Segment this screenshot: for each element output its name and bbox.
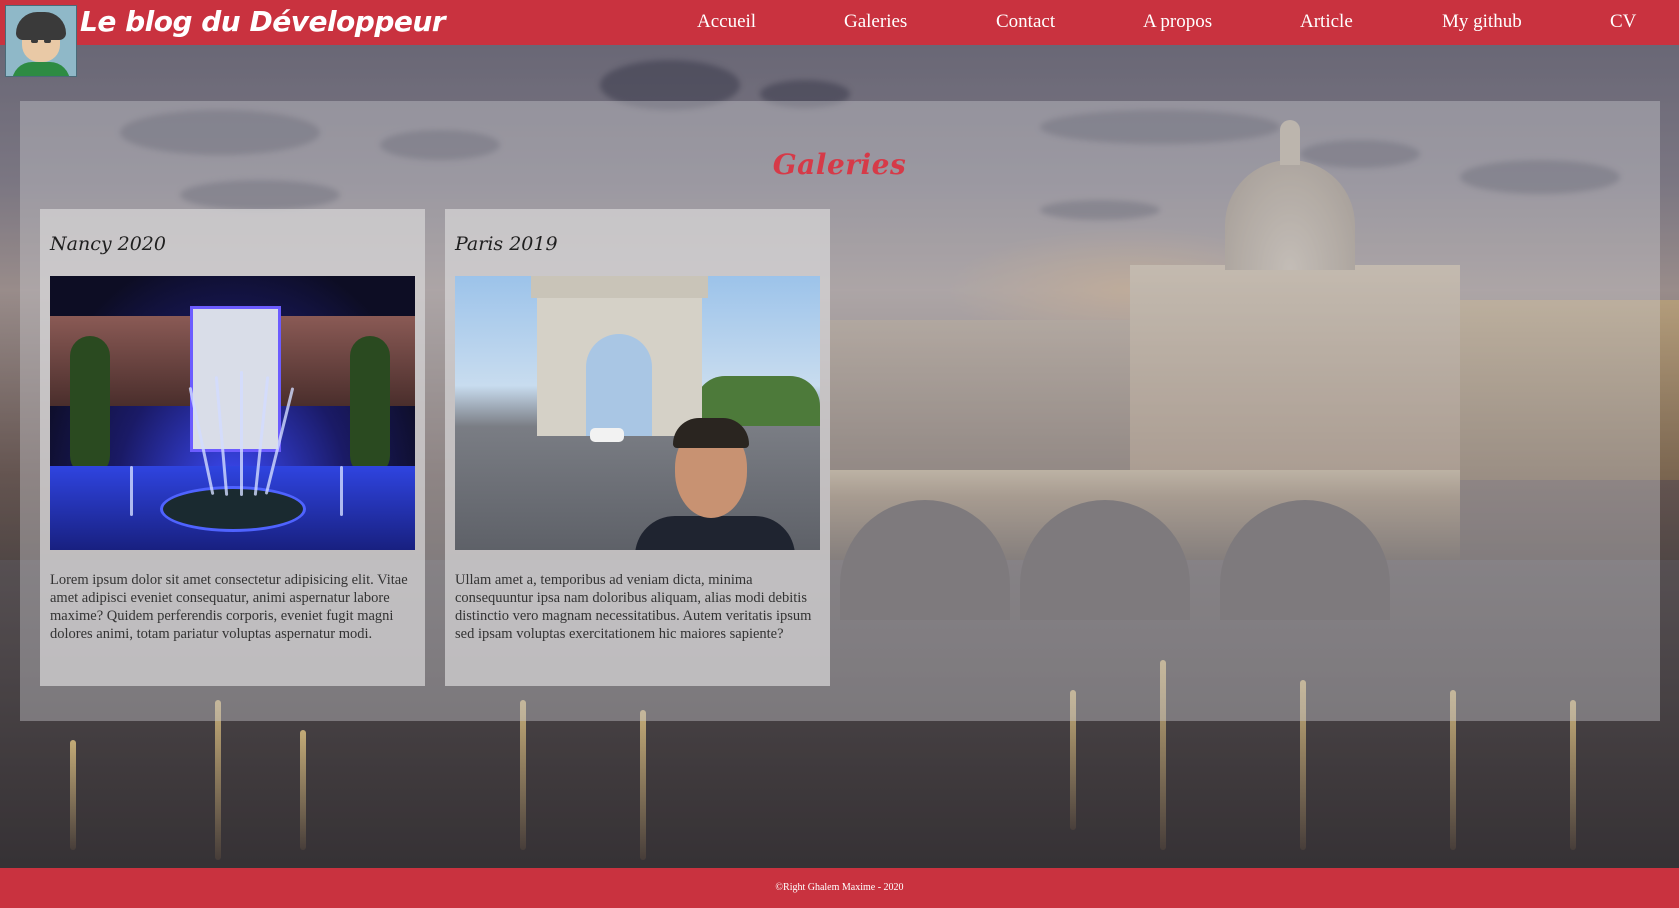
site-title[interactable]: Le blog du Développeur (80, 1, 446, 43)
gallery-card-nancy: Nancy 2020 Lorem ipsum dolor sit amet co… (40, 209, 425, 686)
nav-contact[interactable]: Contact (996, 0, 1055, 45)
nav-my-github[interactable]: My github (1442, 0, 1522, 45)
nav-a-propos[interactable]: A propos (1143, 0, 1212, 45)
page-title: Galeries (772, 148, 907, 181)
paris-arc-photo[interactable] (455, 276, 820, 550)
nav-accueil[interactable]: Accueil (697, 0, 756, 45)
card-title: Nancy 2020 (50, 233, 166, 255)
footer: ©Right Ghalem Maxime - 2020 (0, 868, 1679, 908)
avatar-logo[interactable] (5, 5, 77, 77)
nancy-fountain-photo[interactable] (50, 276, 415, 550)
top-navbar: Le blog du Développeur Accueil Galeries … (0, 0, 1679, 45)
card-title: Paris 2019 (455, 233, 558, 255)
card-description: Lorem ipsum dolor sit amet consectetur a… (50, 572, 408, 642)
footer-copyright: ©Right Ghalem Maxime - 2020 (775, 882, 904, 893)
nav-article[interactable]: Article (1300, 0, 1353, 45)
card-description: Ullam amet a, temporibus ad veniam dicta… (455, 572, 812, 642)
gallery-card-paris: Paris 2019 Ullam amet a, temporibus ad v… (445, 209, 830, 686)
nav-galeries[interactable]: Galeries (844, 0, 907, 45)
nav-cv[interactable]: CV (1610, 0, 1636, 45)
